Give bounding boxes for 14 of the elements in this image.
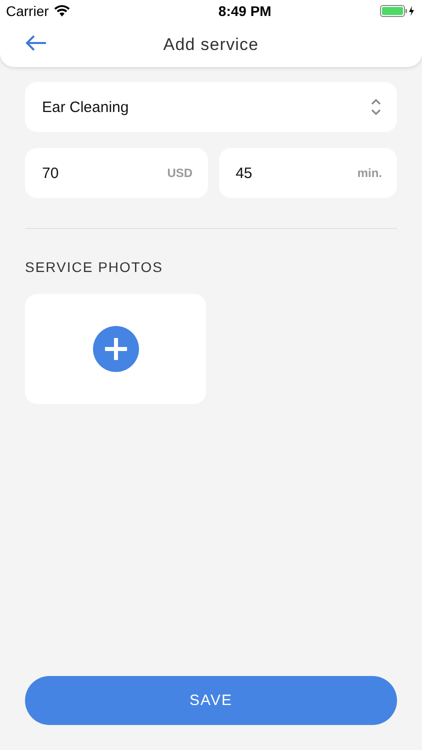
clock-time: 8:49 PM	[218, 3, 272, 19]
price-field[interactable]: 70 USD	[25, 148, 208, 198]
wifi-icon	[54, 5, 70, 17]
add-photo-button[interactable]	[25, 294, 206, 404]
duration-field[interactable]: 45 min.	[218, 148, 397, 198]
plus-icon	[92, 326, 138, 372]
section-heading: SERVICE PHOTOS	[25, 259, 164, 275]
save-button[interactable]: SAVE	[25, 676, 397, 725]
screen-title: Add service	[163, 34, 259, 54]
service-select[interactable]: Ear Cleaning	[25, 82, 397, 132]
up-down-chevron-icon	[370, 98, 382, 116]
back-arrow-icon	[24, 34, 48, 52]
battery-icon	[380, 5, 416, 17]
carrier-name: Carrier	[6, 3, 49, 19]
